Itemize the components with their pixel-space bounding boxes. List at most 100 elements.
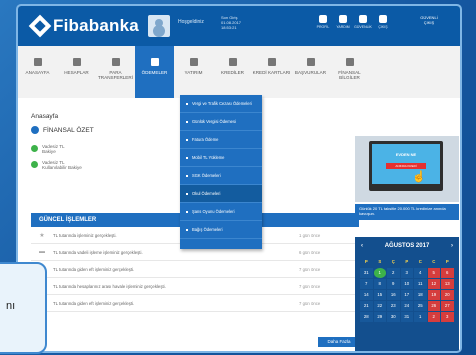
tool-logout[interactable]: ÇIKIŞ — [376, 15, 390, 29]
account-balance-item[interactable]: Vadesiz TL Bakiye — [31, 144, 65, 154]
menu-item-school[interactable]: Okul Ödemeleri — [180, 185, 262, 203]
calendar-day[interactable]: 27 — [441, 301, 454, 311]
menu-item-lottery[interactable]: Şans Oyunu Ödemeleri — [180, 203, 262, 221]
calendar-day[interactable]: 16 — [387, 290, 400, 300]
nav-label: KREDİ KARTLARI — [252, 70, 291, 75]
welcome-text: Hoşgeldiniz — [178, 19, 204, 25]
calendar-day[interactable]: 6 — [441, 268, 454, 278]
calendar-day[interactable]: 23 — [387, 301, 400, 311]
calendar-day[interactable]: 11 — [414, 279, 427, 289]
tool-help[interactable]: YARDIM — [336, 15, 350, 29]
calendar-day[interactable]: 29 — [373, 312, 386, 322]
calendar-day[interactable]: 3 — [400, 268, 413, 278]
nav-investment[interactable]: YATIRIM — [174, 46, 213, 98]
calendar-next-icon[interactable]: › — [451, 243, 453, 249]
nav-accounts[interactable]: HESAPLAR — [57, 46, 96, 98]
account-dot-icon — [31, 161, 38, 168]
breadcrumb[interactable]: Anasayfa — [31, 113, 58, 120]
transfer-icon — [111, 58, 120, 66]
calendar-day[interactable]: 22 — [373, 301, 386, 311]
calendar-day[interactable]: 9 — [387, 279, 400, 289]
calendar-day[interactable]: 17 — [400, 290, 413, 300]
calendar-day[interactable]: 19 — [427, 290, 440, 300]
menu-item-mobile-topup[interactable]: Mobil TL Yükleme — [180, 149, 262, 167]
menu-item-label: SGK Ödemeleri — [192, 173, 221, 178]
weekday-header: C — [432, 259, 436, 264]
calendar-day[interactable]: 21 — [360, 301, 373, 311]
header-tools: PROFİL YARDIM GÜVENLİK ÇIKIŞ — [316, 15, 390, 29]
table-row[interactable]: ⇄TL tutarında hesaplarınız arası havale … — [31, 278, 359, 295]
promo-caption[interactable]: Günlük 20 TL taksitle 20.000 TL krediniz… — [355, 204, 459, 220]
account-sub: Kullanılabilir Bakiye — [42, 165, 82, 170]
more-button[interactable]: Daha Fazla — [318, 337, 360, 347]
nav-credits[interactable]: KREDİLER — [213, 46, 252, 98]
bubble-text: nı — [6, 300, 16, 312]
calendar-day[interactable]: 26 — [427, 301, 440, 311]
menu-item-donation[interactable]: Bağış Ödemeleri — [180, 221, 262, 239]
calendar-day[interactable]: 4 — [414, 268, 427, 278]
calendar-day[interactable]: 28 — [360, 312, 373, 322]
calendar-prev-icon[interactable]: ‹ — [361, 243, 363, 249]
avatar[interactable] — [148, 15, 170, 37]
calendar-day[interactable]: 7 — [360, 279, 373, 289]
calendar-day[interactable]: 2 — [427, 312, 440, 322]
nav-home[interactable]: ANASAYFA — [18, 46, 57, 98]
main-nav: ANASAYFA HESAPLAR PARA TRANSFERLERİ ÖDEM… — [18, 46, 460, 99]
bullet-icon — [186, 210, 188, 213]
menu-item-bill[interactable]: Fatura Ödeme — [180, 131, 262, 149]
payments-icon — [150, 58, 159, 66]
nav-payments[interactable]: ÖDEMELER — [135, 46, 174, 98]
bullet-icon — [186, 102, 188, 105]
calendar-day[interactable]: 30 — [387, 312, 400, 322]
calendar-day[interactable]: 24 — [400, 301, 413, 311]
calendar-day[interactable]: 15 — [373, 290, 386, 300]
calendar-day[interactable]: 31 — [400, 312, 413, 322]
calendar-day[interactable]: 3 — [441, 312, 454, 322]
calendar-day[interactable]: 14 — [360, 290, 373, 300]
calendar-day[interactable]: 20 — [441, 290, 454, 300]
calendar-day[interactable]: 1 — [373, 268, 386, 278]
bullet-icon — [186, 228, 188, 231]
financial-summary-title: FİNANSAL ÖZET — [31, 126, 94, 134]
calendar-day[interactable]: 8 — [373, 279, 386, 289]
chat-bubble[interactable]: nı — [0, 262, 47, 354]
nav-financial-info[interactable]: FİNANSAL BİLGİLER — [330, 46, 369, 98]
tool-profile[interactable]: PROFİL — [316, 15, 330, 29]
logo-diamond-icon — [28, 14, 52, 38]
calendar-day[interactable]: 13 — [441, 279, 454, 289]
nav-applications[interactable]: BAŞVURULAR — [291, 46, 330, 98]
calendar-day[interactable]: 18 — [414, 290, 427, 300]
tool-security[interactable]: GÜVENLİK — [354, 15, 372, 29]
calendar-day[interactable]: 1 — [414, 312, 427, 322]
calendar-title: AĞUSTOS 2017 — [384, 243, 430, 249]
menu-item-tax-traffic[interactable]: Vergi ve Trafik Cezası Ödemeleri — [180, 95, 262, 113]
calendar-day[interactable]: 12 — [427, 279, 440, 289]
menu-item-sgk[interactable]: SGK Ödemeleri — [180, 167, 262, 185]
table-row[interactable]: ⇢TL tutarında giden eft işleminiz gerçek… — [31, 261, 359, 278]
calendar-day[interactable]: 25 — [414, 301, 427, 311]
menu-item-label: Vergi ve Trafik Cezası Ödemeleri — [192, 101, 252, 106]
summary-icon — [31, 126, 39, 134]
weekday-header: P — [364, 259, 368, 264]
promo-banner[interactable]: EVDEN NE ANINDA KREDİ ☝ — [355, 136, 459, 202]
menu-item-label: Günlük Vergisi Ödemesi — [192, 119, 236, 124]
tx-time: 7 gün önce — [299, 266, 321, 272]
table-row[interactable]: ⇢TL tutarında giden eft işleminiz gerçek… — [31, 295, 359, 312]
calendar-day[interactable]: 10 — [400, 279, 413, 289]
nav-credit-cards[interactable]: KREDİ KARTLARI — [252, 46, 291, 98]
secure-exit-button[interactable]: GÜVENLİ ÇIKIŞ — [416, 15, 442, 37]
calendar-day[interactable]: 31 — [360, 268, 373, 278]
browser-content: Fibabanka Hoşgeldiniz Son Giriş 01.08.20… — [18, 6, 460, 351]
brand-logo[interactable]: Fibabanka — [28, 14, 139, 38]
info-icon — [345, 58, 354, 66]
tool-label: YARDIM — [336, 25, 350, 29]
account-available-item[interactable]: Vadesiz TL Kullanılabilir Bakiye — [31, 160, 82, 170]
calendar-day[interactable]: 5 — [427, 268, 440, 278]
menu-item-daily-tax[interactable]: Günlük Vergisi Ödemesi — [180, 113, 262, 131]
weekday-header: Ç — [391, 259, 395, 264]
calendar-day[interactable]: 2 — [387, 268, 400, 278]
nav-transfers[interactable]: PARA TRANSFERLERİ — [96, 46, 135, 98]
section-title-text: FİNANSAL ÖZET — [43, 126, 94, 134]
calendar-grid: P S Ç P C C P 31 1 2 3 4 5 6 7 8 9 10 11 12 13 14 15 16 17 18 19 20… — [355, 255, 459, 324]
bullet-icon — [186, 192, 188, 195]
